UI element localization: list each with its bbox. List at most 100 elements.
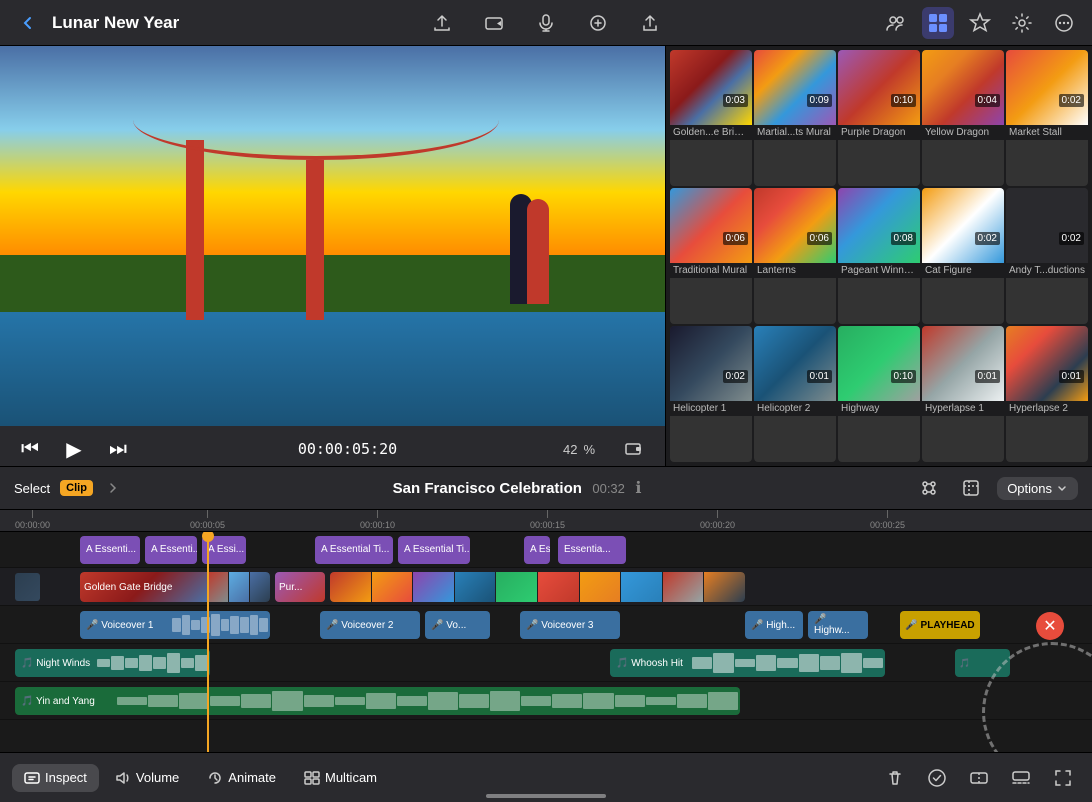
title-clip-7[interactable]: Essentia... [558, 536, 626, 564]
media-duration-8: 0:02 [975, 232, 1000, 245]
animate-icon [207, 770, 223, 786]
vo-clip-playhead[interactable]: 🎤 PLAYHEAD [900, 611, 980, 639]
bridge-land-bg [0, 255, 665, 312]
toolbar-right [878, 761, 1080, 795]
share-icon[interactable] [634, 7, 666, 39]
media-item-12[interactable]: 0:10 Highway [838, 326, 920, 462]
star-icon[interactable] [964, 7, 996, 39]
media-item-4[interactable]: 0:02 Market Stall [1006, 50, 1088, 186]
vo-clip-5[interactable]: 🎤 High... [745, 611, 803, 639]
title-clip-2[interactable]: A Essenti... [145, 536, 197, 564]
clip-tools: Options [913, 472, 1078, 504]
title-clip-1[interactable]: A Essenti... [80, 536, 140, 564]
music-clip-end[interactable]: 🎵 [955, 649, 1010, 677]
title-clip-6[interactable]: A Es [524, 536, 550, 564]
media-item-7[interactable]: 0:08 Pageant Winners [838, 188, 920, 324]
media-item-8[interactable]: 0:02 Cat Figure [922, 188, 1004, 324]
animate-button[interactable]: Animate [195, 764, 288, 792]
camera-icon[interactable] [478, 7, 510, 39]
vo-clip-2[interactable]: 🎤 Voiceover 2 [320, 611, 420, 639]
skip-back-button[interactable]: ⏮ [16, 435, 44, 463]
bridge-tower-right [306, 160, 324, 320]
media-item-0[interactable]: 0:03 Golden...e Bridge [670, 50, 752, 186]
media-item-6[interactable]: 0:06 Lanterns [754, 188, 836, 324]
project-title: Lunar New Year [52, 13, 179, 33]
media-label-1: Martial...ts Mural [754, 125, 836, 140]
export-icon[interactable] [426, 7, 458, 39]
video-clip-pur[interactable]: Pur... [275, 572, 325, 602]
title-clip-4[interactable]: A Essential Ti... [315, 536, 393, 564]
fullscreen-button[interactable] [1046, 761, 1080, 795]
clip-info-icon[interactable]: ℹ [635, 480, 641, 497]
media-thumb-4: 0:02 [1006, 50, 1088, 125]
clip-duration: 00:32 [592, 481, 625, 496]
clip-arrow-icon [105, 480, 121, 496]
video-clip-rest[interactable] [330, 572, 745, 602]
media-panel-icon[interactable] [922, 7, 954, 39]
media-item-5[interactable]: 0:06 Traditional Mural [670, 188, 752, 324]
delete-button[interactable] [878, 761, 912, 795]
media-label-0: Golden...e Bridge [670, 125, 752, 140]
video-preview: ⏮ ▶ ⏭ 00:00:05:20 42 % [0, 46, 665, 466]
vo-clip-4[interactable]: 🎤 Voiceover 3 [520, 611, 620, 639]
more-icon[interactable] [1048, 7, 1080, 39]
media-duration-10: 0:02 [723, 370, 748, 383]
transform-icon[interactable] [913, 472, 945, 504]
media-label-13: Hyperlapse 1 [922, 401, 1004, 416]
sfx-track: 🎵 Night Winds 🎵 Whoosh Hit 🎵 [0, 644, 1092, 682]
settings-icon[interactable] [1006, 7, 1038, 39]
play-button[interactable]: ▶ [60, 435, 88, 463]
voiceover-track: 🎤 Voiceover 1 🎤 Voiceover 2 🎤 Vo... 🎤 Vo… [0, 606, 1092, 644]
back-button[interactable] [12, 7, 44, 39]
volume-button[interactable]: Volume [103, 764, 191, 792]
media-thumb-8: 0:02 [922, 188, 1004, 263]
video-thumb-small[interactable] [15, 573, 40, 601]
audio-detach-button[interactable] [1004, 761, 1038, 795]
magic-icon[interactable] [582, 7, 614, 39]
media-item-10[interactable]: 0:02 Helicopter 1 [670, 326, 752, 462]
people-icon[interactable] [880, 7, 912, 39]
video-clip-golden[interactable]: Golden Gate Bridge [80, 572, 270, 602]
vo-clip-6[interactable]: 🎤 Highw... [808, 611, 868, 639]
vo-clip-3[interactable]: 🎤 Vo... [425, 611, 490, 639]
media-item-3[interactable]: 0:04 Yellow Dragon [922, 50, 1004, 186]
options-button[interactable]: Options [997, 477, 1078, 500]
media-thumb-2: 0:10 [838, 50, 920, 125]
media-duration-12: 0:10 [891, 370, 916, 383]
split-button[interactable] [962, 761, 996, 795]
whoosh-hit-clip[interactable]: 🎵 Whoosh Hit [610, 649, 885, 677]
media-item-9[interactable]: 0:02 Andy T...ductions [1006, 188, 1088, 324]
inspect-button[interactable]: Inspect [12, 764, 99, 792]
home-indicator [486, 794, 606, 798]
yin-yang-clip[interactable]: 🎵 Yin and Yang [15, 687, 740, 715]
mic-icon[interactable] [530, 7, 562, 39]
clip-info-bar: Select Clip San Francisco Celebration 00… [0, 466, 1092, 510]
zoom-control: 42 % [563, 442, 595, 457]
night-winds-clip[interactable]: 🎵 Night Winds [15, 649, 210, 677]
close-button[interactable]: ✕ [1036, 612, 1064, 640]
media-item-14[interactable]: 0:01 Hyperlapse 2 [1006, 326, 1088, 462]
multicam-button[interactable]: Multicam [292, 764, 389, 792]
crop-icon[interactable] [955, 472, 987, 504]
playhead[interactable] [207, 532, 209, 752]
clip-badge: Clip [60, 480, 93, 496]
media-item-1[interactable]: 0:09 Martial...ts Mural [754, 50, 836, 186]
media-duration-14: 0:01 [1059, 370, 1084, 383]
skip-forward-button[interactable]: ⏭ [104, 435, 132, 463]
media-thumb-0: 0:03 [670, 50, 752, 125]
zoom-unit: % [583, 442, 595, 457]
media-thumb-9: 0:02 [1006, 188, 1088, 263]
fullscreen-icon[interactable] [617, 433, 649, 465]
media-label-6: Lanterns [754, 263, 836, 278]
vo-clip-1[interactable]: 🎤 Voiceover 1 [80, 611, 270, 639]
media-item-11[interactable]: 0:01 Helicopter 2 [754, 326, 836, 462]
bridge-tower-left [186, 140, 204, 320]
zoom-value: 42 [563, 442, 577, 457]
title-clip-5[interactable]: A Essential Ti... [398, 536, 470, 564]
checkmark-button[interactable] [920, 761, 954, 795]
media-thumb-10: 0:02 [670, 326, 752, 401]
media-item-2[interactable]: 0:10 Purple Dragon [838, 50, 920, 186]
top-bar: Lunar New Year [0, 0, 1092, 46]
media-label-11: Helicopter 2 [754, 401, 836, 416]
media-item-13[interactable]: 0:01 Hyperlapse 1 [922, 326, 1004, 462]
